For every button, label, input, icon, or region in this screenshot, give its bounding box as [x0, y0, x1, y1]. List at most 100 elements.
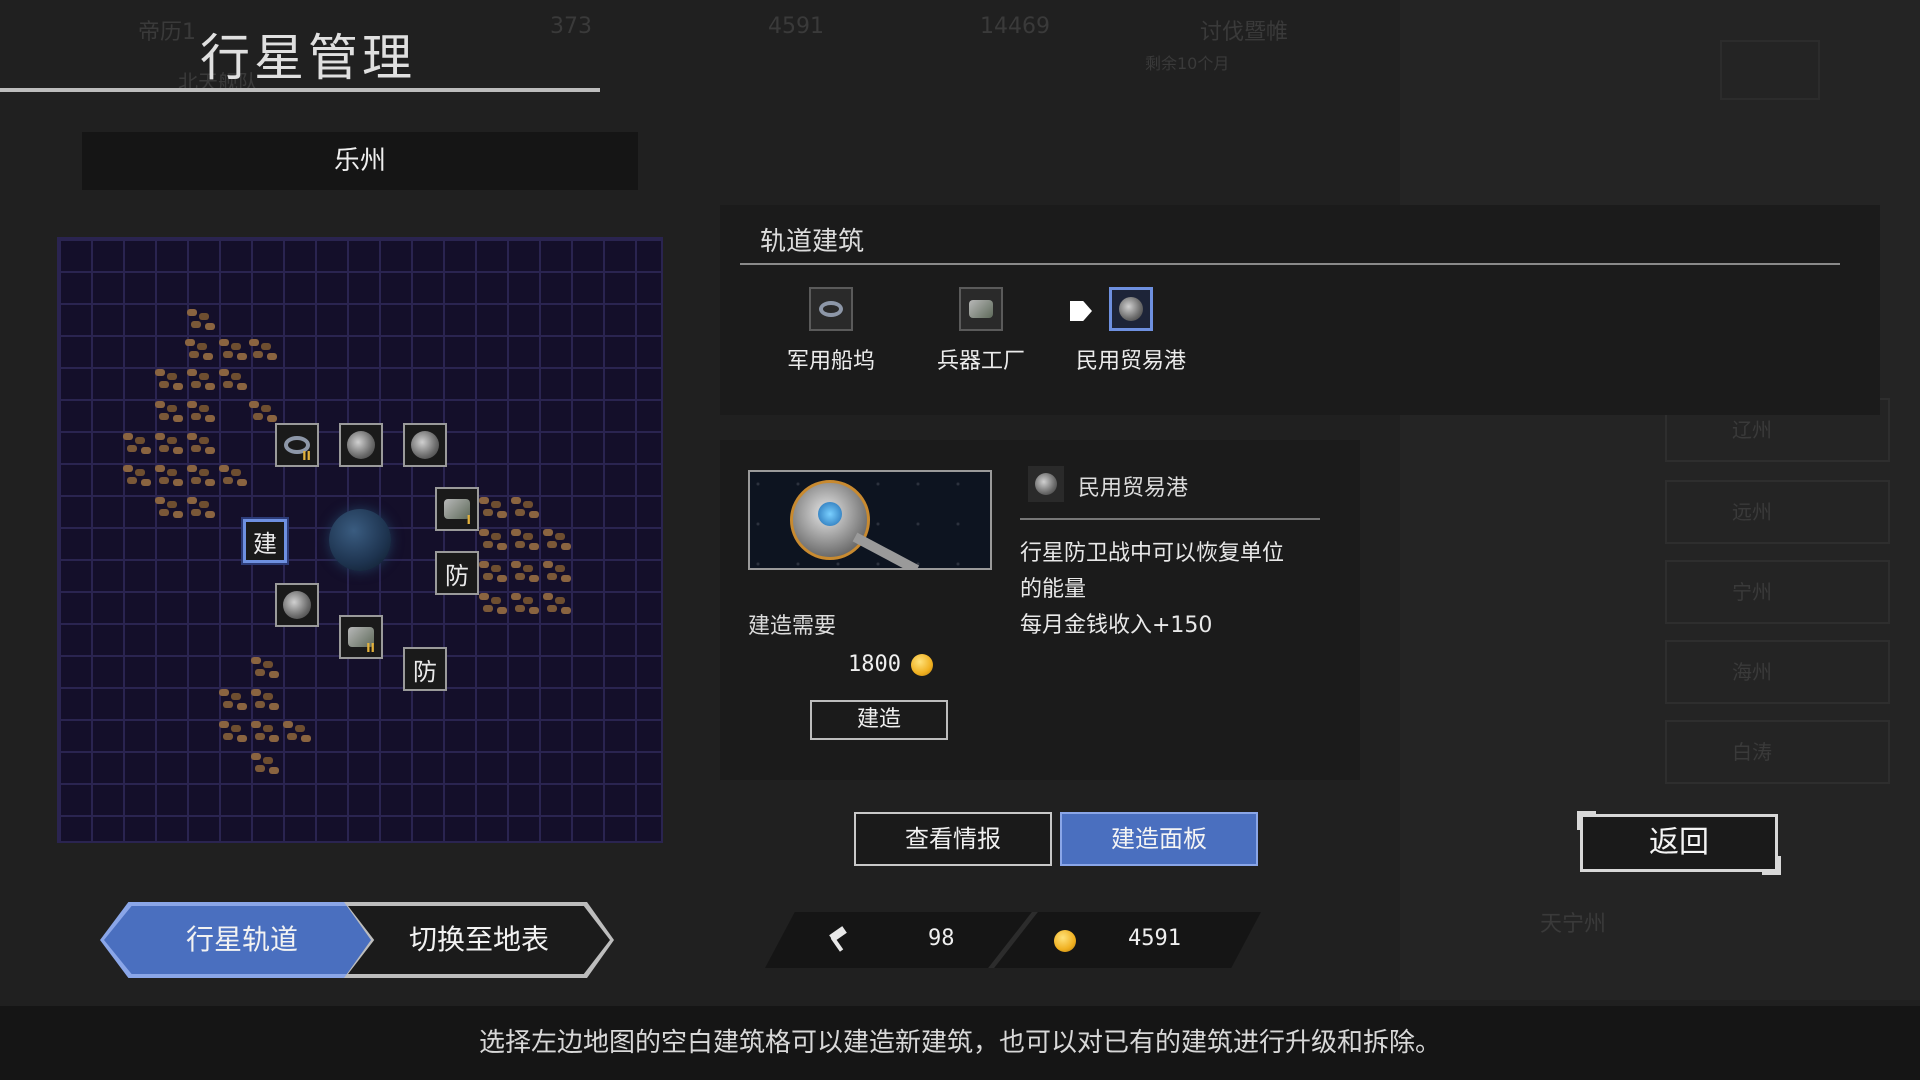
- description-line: 的能量: [1020, 577, 1087, 602]
- bg-stat-3: 14469: [980, 14, 1050, 39]
- trade-port-icon: [283, 591, 311, 619]
- view-intel-button[interactable]: 查看情报: [854, 812, 1052, 866]
- asteroid-tile: [479, 497, 489, 504]
- asteroid-tile: [187, 465, 197, 472]
- trade-port-icon: [347, 431, 375, 459]
- building-name: 民用贸易港: [1078, 476, 1189, 501]
- asteroid-tile: [511, 497, 521, 504]
- tier-badge: I: [466, 513, 471, 527]
- trade-port-icon: [1109, 287, 1153, 331]
- orbit-building-trade-port[interactable]: [403, 423, 447, 467]
- asteroid-tile: [511, 529, 521, 536]
- coin-icon: [910, 653, 933, 676]
- hint-text: 选择左边地图的空白建筑格可以建造新建筑，也可以对已有的建筑进行升级和拆除。: [0, 1006, 1920, 1080]
- bg-list-item: 宁州: [1665, 560, 1890, 624]
- asteroid-tile: [511, 561, 521, 568]
- tab-planet-orbit[interactable]: 行星轨道: [104, 906, 380, 974]
- station-arm: [852, 532, 920, 568]
- asteroid-tile: [249, 339, 259, 346]
- bg-mission: 讨伐暨帷: [1200, 20, 1289, 45]
- asteroid-tile: [219, 689, 229, 696]
- tab-switch-to-surface[interactable]: 切换至地表: [348, 906, 610, 974]
- asteroid-tile: [219, 721, 229, 728]
- option-label: 兵器工厂: [936, 349, 1025, 374]
- tier-badge: II: [302, 449, 311, 463]
- bg-list-item: 白涛: [1665, 720, 1890, 784]
- build-cost: 1800: [848, 652, 933, 677]
- cost-value: 1800: [848, 652, 901, 677]
- asteroid-tile: [219, 339, 229, 346]
- planet-name: 乐州: [82, 132, 638, 190]
- orbit-building-shipyard[interactable]: II: [275, 423, 319, 467]
- asteroid-tile: [155, 369, 165, 376]
- asteroid-tile: [251, 753, 261, 760]
- option-weapon-factory[interactable]: 兵器工厂: [906, 287, 1056, 375]
- page-title: 行星管理: [200, 29, 416, 87]
- asteroid-tile: [219, 369, 229, 376]
- option-label: 民用贸易港: [1075, 349, 1186, 374]
- bg-stat-1: 373: [550, 14, 592, 39]
- option-military-shipyard[interactable]: 军用船坞: [756, 287, 906, 375]
- asteroid-tile: [479, 561, 489, 568]
- orbit-building-trade-port[interactable]: [339, 423, 383, 467]
- money-value: 4591: [1128, 926, 1181, 951]
- orbital-building-panel: 轨道建筑 军用船坞 兵器工厂 民用贸易港: [720, 205, 1880, 415]
- asteroid-tile: [283, 721, 293, 728]
- orbit-building-trade-port[interactable]: [275, 583, 319, 627]
- building-preview-image: [748, 470, 992, 570]
- description-line: 每月金钱收入+150: [1020, 613, 1213, 638]
- bg-minimap: [1720, 40, 1820, 100]
- asteroid-tile: [123, 433, 133, 440]
- trade-port-icon: [1028, 466, 1064, 502]
- option-trade-port[interactable]: 民用贸易港: [1056, 287, 1206, 375]
- asteroid-tile: [123, 465, 133, 472]
- option-label: 军用船坞: [786, 349, 875, 374]
- asteroid-tile: [249, 401, 259, 408]
- empty-build-slot-selected[interactable]: 建: [243, 519, 287, 563]
- asteroid-tile: [251, 689, 261, 696]
- asteroid-tile: [219, 465, 229, 472]
- building-detail-panel: 建造需要 1800 建造 民用贸易港 行星防卫战中可以恢复单位 的能量 每月金钱…: [720, 440, 1360, 780]
- asteroid-tile: [187, 369, 197, 376]
- orbit-grid-map[interactable]: II I 建 防 II 防: [57, 237, 663, 843]
- orbit-building-factory[interactable]: II: [339, 615, 383, 659]
- build-button[interactable]: 建造: [810, 700, 948, 740]
- planet-icon: [329, 509, 391, 571]
- factory-icon: [959, 287, 1003, 331]
- defense-slot[interactable]: 防: [403, 647, 447, 691]
- shipyard-icon: [809, 287, 853, 331]
- requirement-label: 建造需要: [748, 614, 837, 639]
- bg-map-label: 天宁州: [1540, 912, 1607, 937]
- production-value: 98: [928, 926, 955, 951]
- asteroid-tile: [185, 339, 195, 346]
- asteroid-tile: [251, 657, 261, 664]
- asteroid-tile: [187, 497, 197, 504]
- asteroid-tile: [155, 401, 165, 408]
- asteroid-tile: [187, 401, 197, 408]
- bg-list-item: 海州: [1665, 640, 1890, 704]
- coin-icon: [1054, 930, 1076, 952]
- asteroid-tile: [187, 309, 197, 316]
- bg-remaining: 剩余10个月: [1145, 54, 1230, 73]
- trade-port-icon: [411, 431, 439, 459]
- asteroid-tile: [251, 721, 261, 728]
- station-core: [818, 502, 842, 526]
- asteroid-tile: [479, 593, 489, 600]
- orbit-building-factory[interactable]: I: [435, 487, 479, 531]
- title-underline: [0, 88, 600, 92]
- asteroid-tile: [543, 529, 553, 536]
- divider: [1020, 518, 1320, 520]
- defense-slot[interactable]: 防: [435, 551, 479, 595]
- asteroid-tile: [155, 433, 165, 440]
- bg-era-label: 帝历1: [138, 20, 196, 45]
- back-button[interactable]: 返回: [1577, 811, 1781, 875]
- description-line: 行星防卫战中可以恢复单位: [1020, 541, 1285, 566]
- orbital-panel-title: 轨道建筑: [760, 227, 865, 257]
- divider: [740, 263, 1840, 265]
- asteroid-tile: [155, 497, 165, 504]
- bg-stat-2: 4591: [768, 14, 824, 39]
- asteroid-tile: [187, 433, 197, 440]
- asteroid-tile: [543, 561, 553, 568]
- asteroid-tile: [479, 529, 489, 536]
- build-panel-button[interactable]: 建造面板: [1060, 812, 1258, 866]
